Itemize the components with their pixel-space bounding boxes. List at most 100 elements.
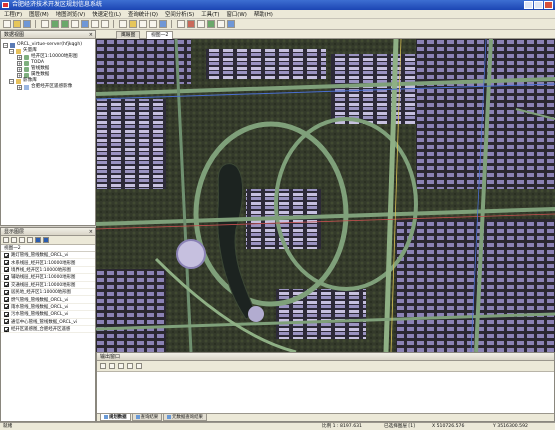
layer-row[interactable]: 交通线层_经开区1:10000地形图 xyxy=(1,282,95,289)
close-button[interactable] xyxy=(544,1,553,9)
layer-row[interactable]: 居民地_经开区1:10000地形图 xyxy=(1,289,95,297)
remove-layer-icon[interactable] xyxy=(11,237,17,243)
satellite-imagery xyxy=(96,39,555,352)
zoom-in-icon[interactable] xyxy=(51,20,59,28)
menu-file[interactable]: 工程(F) xyxy=(4,10,22,18)
layer-row[interactable]: 燃气管线_管线数据_ORCL_vi xyxy=(1,296,95,304)
menu-window[interactable]: 窗口(W) xyxy=(226,10,246,18)
collapse-icon[interactable]: − xyxy=(9,78,14,84)
layer-checkbox[interactable] xyxy=(4,304,9,310)
expand-icon[interactable]: + xyxy=(17,60,22,66)
app-title: 合肥经济技术开发区规划信息系统 xyxy=(12,1,103,8)
previous-view-icon[interactable] xyxy=(91,20,99,28)
full-extent-icon[interactable] xyxy=(81,20,89,28)
next-view-icon[interactable] xyxy=(101,20,109,28)
tab-overview[interactable]: 鹰眼图 xyxy=(116,31,141,39)
layer-checkbox[interactable] xyxy=(4,282,9,288)
layer-row[interactable]: 通信中心管线_管线数据_ORCL_vi xyxy=(1,319,95,326)
layer-checkbox[interactable] xyxy=(4,274,9,280)
expand-icon[interactable]: + xyxy=(17,84,22,90)
layer-row[interactable]: 污水管线_管线数据_ORCL_vi xyxy=(1,311,95,319)
layer-label: 路灯管线_管线数据_ORCL_vi xyxy=(11,253,69,259)
tab-view[interactable]: 视图一2 xyxy=(146,31,174,39)
tree-node-imagery-item[interactable]: + 合肥经开区遥感影像 xyxy=(17,84,72,90)
status-y-coordinate: Y 3516300.592 xyxy=(493,424,528,429)
layer-row[interactable]: 雨水管线_管线数据_ORCL_vi xyxy=(1,304,95,312)
identify-icon[interactable] xyxy=(129,20,137,28)
round-building xyxy=(248,306,264,322)
maximize-button[interactable] xyxy=(534,1,543,9)
menu-layer[interactable]: 图层(M) xyxy=(29,10,49,18)
layer-checkbox[interactable] xyxy=(4,319,9,325)
print-icon[interactable] xyxy=(217,20,225,28)
toolbar-separator xyxy=(113,20,115,28)
layer-checkbox[interactable] xyxy=(4,289,9,295)
data-view-panel: 数据视图 × − ORCL_virtue-server(hfjkqgh) − 矢… xyxy=(0,30,96,226)
minimize-button[interactable] xyxy=(524,1,533,9)
layer-checkbox[interactable] xyxy=(4,260,9,266)
help-icon[interactable] xyxy=(227,20,235,28)
panel-close-icon[interactable]: × xyxy=(89,31,93,39)
add-layer-icon[interactable] xyxy=(3,237,9,243)
layer-checkbox[interactable] xyxy=(4,326,9,332)
layer-toolbar xyxy=(1,236,95,245)
previous-record-icon[interactable] xyxy=(109,363,115,369)
save-icon[interactable] xyxy=(23,20,31,28)
layer-row[interactable]: 辅助线层_经开区1:10000地形图 xyxy=(1,274,95,282)
tree-label: 合肥经开区遥感影像 xyxy=(31,84,73,89)
layer-label: 经开区遥感图_合肥经开区遥感 xyxy=(11,327,71,333)
layer-checkbox[interactable] xyxy=(4,252,9,258)
export-record-icon[interactable] xyxy=(136,363,142,369)
map-canvas[interactable] xyxy=(96,39,555,352)
layer-row[interactable]: 路灯管线_管线数据_ORCL_vi xyxy=(1,252,95,260)
clear-icon[interactable] xyxy=(187,20,195,28)
pointer-icon[interactable] xyxy=(41,20,49,28)
menu-browse[interactable]: 地图浏览(V) xyxy=(56,10,85,18)
layer-checkbox[interactable] xyxy=(4,311,9,317)
panel-close-icon[interactable]: × xyxy=(89,228,93,236)
menu-help[interactable]: 帮助(H) xyxy=(254,10,273,18)
tab-query-results[interactable]: 查询结果 xyxy=(131,414,163,421)
panel-title: 显示图层 xyxy=(4,229,25,235)
measure-area-icon[interactable] xyxy=(149,20,157,28)
grid-icon[interactable] xyxy=(177,20,185,28)
menu-tools[interactable]: 工具(T) xyxy=(201,10,219,18)
pan-icon[interactable] xyxy=(71,20,79,28)
layer-label: 居民地_经开区1:10000地形图 xyxy=(11,290,71,296)
title-bar: 合肥经济技术开发区规划信息系统 xyxy=(0,0,555,10)
export-icon[interactable] xyxy=(207,20,215,28)
move-up-icon[interactable] xyxy=(35,237,41,243)
next-record-icon[interactable] xyxy=(118,363,124,369)
move-down-icon[interactable] xyxy=(43,237,49,243)
menu-analysis[interactable]: 空间分析(S) xyxy=(165,10,194,18)
layout-icon[interactable] xyxy=(197,20,205,28)
measure-distance-icon[interactable] xyxy=(139,20,147,28)
zoom-out-icon[interactable] xyxy=(61,20,69,28)
layer-row[interactable]: 境界线_经开区1:10000地形图 xyxy=(1,267,95,275)
last-record-icon[interactable] xyxy=(127,363,133,369)
menu-query[interactable]: 查询统计(Q) xyxy=(128,10,158,18)
output-header: 输出窗口 xyxy=(97,353,554,361)
collapse-icon[interactable]: − xyxy=(9,48,14,54)
open-icon[interactable] xyxy=(13,20,21,28)
layer-row[interactable]: 经开区遥感图_合肥经开区遥感 xyxy=(1,326,95,334)
refresh-icon[interactable] xyxy=(159,20,167,28)
toolbar-separator xyxy=(171,20,173,28)
label-icon[interactable] xyxy=(27,237,33,243)
layer-row[interactable]: 水系线层_经开区1:10000地形图 xyxy=(1,259,95,267)
layer-properties-icon[interactable] xyxy=(19,237,25,243)
select-icon[interactable] xyxy=(119,20,127,28)
expand-icon[interactable]: + xyxy=(17,66,22,72)
tab-metadata-results[interactable]: 元数据查询结果 xyxy=(163,414,207,421)
output-tab-strip: 规划数据 查询结果 元数据查询结果 xyxy=(97,413,554,421)
layer-checkbox[interactable] xyxy=(4,267,9,273)
menu-locate[interactable]: 快速定位(L) xyxy=(92,10,121,18)
expand-icon[interactable]: + xyxy=(17,54,22,60)
layer-checkbox[interactable] xyxy=(4,297,9,303)
output-toolbar xyxy=(97,361,554,372)
collapse-icon[interactable]: − xyxy=(3,42,8,48)
expand-icon[interactable]: + xyxy=(17,72,22,78)
new-icon[interactable] xyxy=(3,20,11,28)
tab-planning-data[interactable]: 规划数据 xyxy=(100,414,131,421)
first-record-icon[interactable] xyxy=(100,363,106,369)
